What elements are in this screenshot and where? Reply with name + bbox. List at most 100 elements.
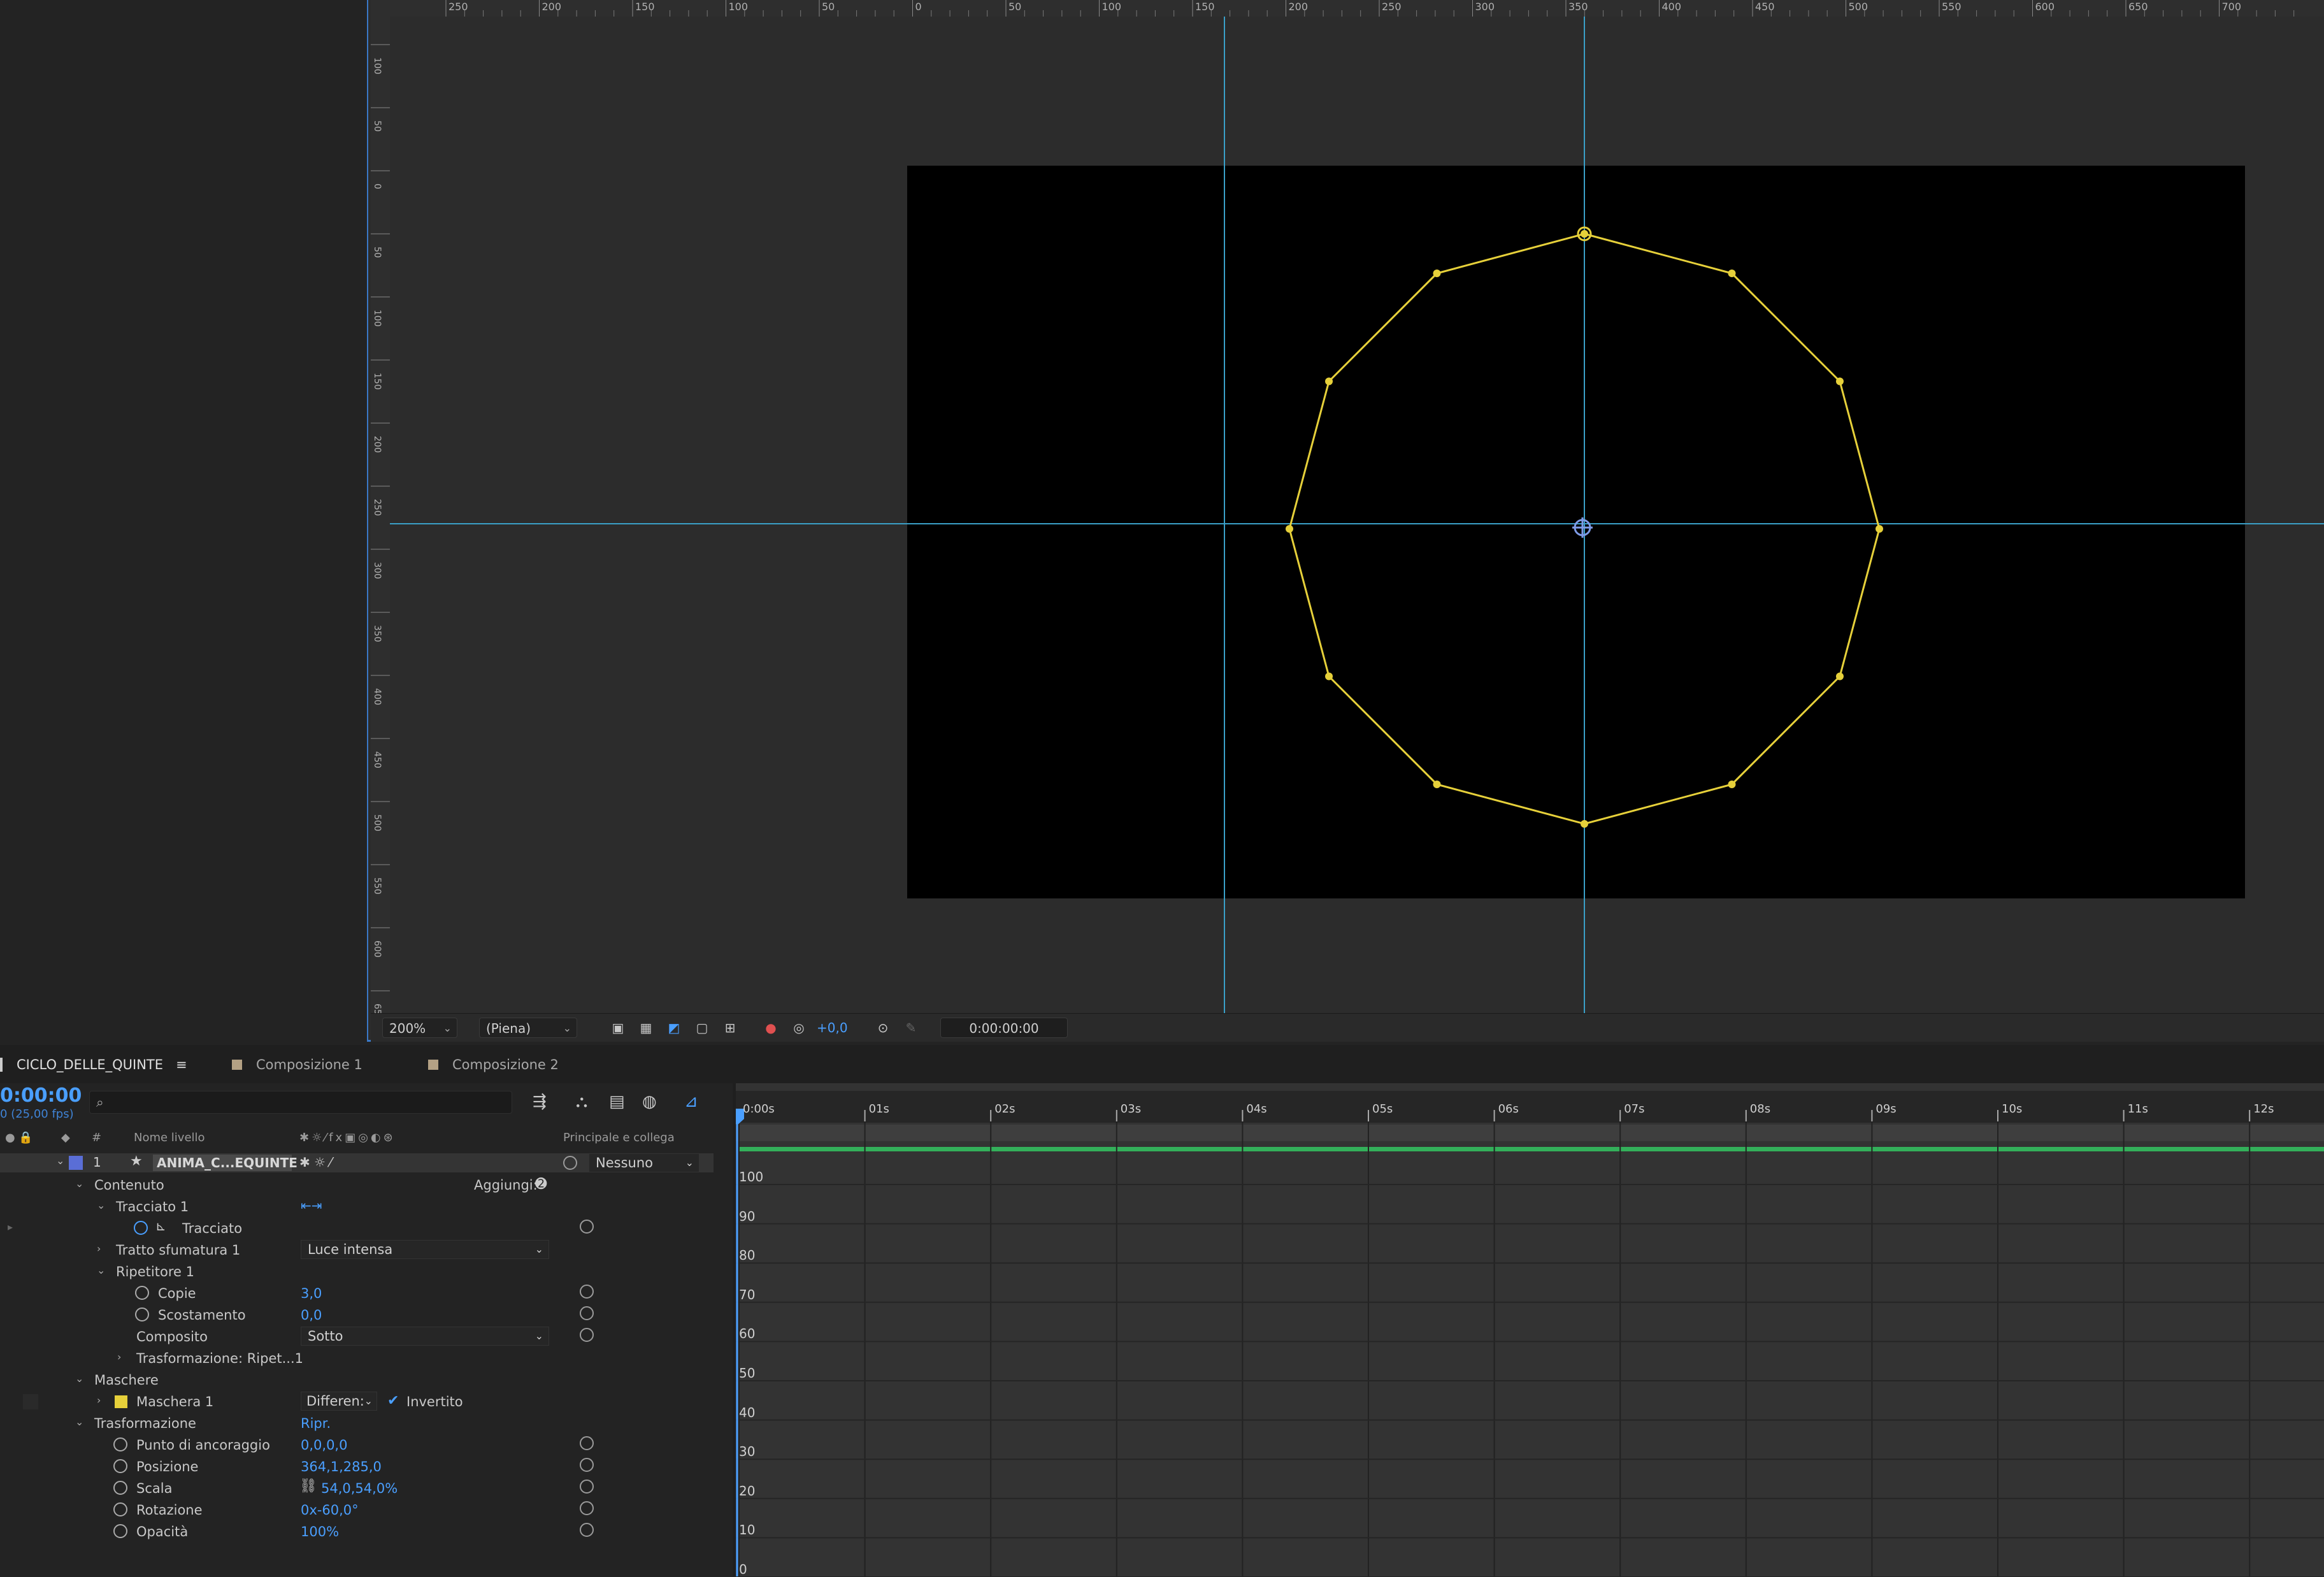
anchor-point-value[interactable]: 0,0,0,0 [301,1437,347,1453]
path-vertex[interactable] [1325,377,1333,385]
pickwhip-icon[interactable] [580,1480,594,1494]
shy-layers-icon[interactable]: ⛬ [576,1092,587,1112]
tracciato-property[interactable]: Tracciato [182,1221,242,1236]
tratto-sfumatura-group[interactable]: Tratto sfumatura 1 [116,1242,240,1258]
mask-lock-toggle[interactable] [23,1394,38,1409]
graph-icon[interactable]: ⊾ [155,1218,166,1234]
viewer-timecode[interactable]: 0:00:00:00 [940,1018,1068,1038]
grid-guides-icon[interactable]: ⊞ [721,1019,739,1037]
show-snapshot-icon[interactable]: ✎ [902,1019,920,1037]
stopwatch-icon[interactable] [135,1286,149,1300]
chevron-down-icon[interactable]: ⌄ [97,1264,105,1276]
path-vertex[interactable] [1728,780,1736,788]
graph-editor-icon[interactable]: ⊿ [684,1092,698,1111]
color-channels-icon[interactable]: ● [762,1019,780,1037]
snapshot-camera-icon[interactable]: ⊙ [874,1019,892,1037]
transparency-grid-icon[interactable]: ▦ [637,1019,655,1037]
position-value[interactable]: 364,1,285,0 [301,1459,382,1474]
path-vertex[interactable] [1581,230,1588,238]
maschere-group[interactable]: Maschere [94,1372,159,1388]
ripetitore-group[interactable]: Ripetitore 1 [116,1264,194,1279]
mask-visibility-icon[interactable]: ◩ [665,1019,683,1037]
path-vertex[interactable] [1325,672,1333,680]
add-menu-icon[interactable]: ➋ [535,1176,547,1192]
frame-blending-icon[interactable]: ▤ [609,1092,625,1111]
path-direction-icons[interactable]: ⇤⇥ [301,1198,322,1213]
rotation-value[interactable]: 0x-60,0° [301,1502,359,1518]
stopwatch-icon[interactable] [113,1437,127,1451]
stopwatch-icon[interactable] [134,1221,148,1235]
zoom-dropdown[interactable]: 200% ⌄ [382,1018,457,1038]
chevron-down-icon[interactable]: ⌄ [97,1199,105,1211]
path-vertex[interactable] [1286,525,1293,533]
viewer-canvas[interactable]: 250 200 150 100 50 0 50 100 150 200 250 300 350 400 45… [0,0,2324,1013]
pickwhip-icon[interactable] [580,1458,594,1472]
chevron-right-icon[interactable]: › [97,1242,101,1255]
contenuto-group[interactable]: Contenuto [94,1177,164,1193]
current-time-display[interactable]: 0:00:00 [0,1084,82,1107]
tab-composizione-2[interactable]: Composizione 2 [428,1051,559,1078]
comp-flowchart-icon[interactable]: ⇶ [533,1092,547,1111]
chevron-down-icon[interactable]: ⌄ [75,1416,83,1428]
chevron-down-icon[interactable]: ⌄ [75,1177,83,1190]
pickwhip-icon[interactable] [563,1156,577,1170]
pickwhip-icon[interactable] [580,1285,594,1299]
tracciato1-group[interactable]: Tracciato 1 [116,1199,189,1214]
chevron-down-icon[interactable]: ⌄ [56,1155,64,1167]
scostamento-value[interactable]: 0,0 [301,1307,322,1323]
pickwhip-icon[interactable] [580,1436,594,1450]
chevron-down-icon[interactable]: ⌄ [75,1372,83,1385]
maschera1-group[interactable]: Maschera 1 [136,1394,213,1409]
exposure-value[interactable]: +0,0 [817,1018,848,1038]
keyframe-nav-icon[interactable]: ▸ [8,1221,13,1233]
tab-composizione-1[interactable]: Composizione 1 [232,1051,362,1078]
parent-dropdown[interactable]: Nessuno ⌄ [589,1153,699,1172]
path-vertex[interactable] [1876,525,1883,533]
motion-blur-icon[interactable]: ◍ [642,1092,657,1111]
stopwatch-icon[interactable] [113,1524,127,1538]
pickwhip-icon[interactable] [580,1220,594,1234]
mask-color-swatch[interactable] [115,1395,127,1408]
path-vertex[interactable] [1433,780,1441,788]
chevron-right-icon[interactable]: › [117,1351,121,1363]
opacity-value[interactable]: 100% [301,1524,339,1539]
region-of-interest-icon[interactable]: ▢ [693,1019,711,1037]
tab-ciclo-delle-quinte[interactable]: CICLO_DELLE_QUINTE ≡ [0,1051,187,1078]
fast-previews-icon[interactable]: ▣ [609,1019,627,1037]
stopwatch-icon[interactable] [113,1502,127,1516]
copie-value[interactable]: 3,0 [301,1286,322,1301]
chevron-right-icon[interactable]: › [97,1394,101,1406]
time-tick-label: 06s [1498,1102,1519,1116]
pickwhip-icon[interactable] [580,1328,594,1342]
menu-icon[interactable]: ≡ [176,1057,187,1072]
path-vertex[interactable] [1835,377,1844,385]
stopwatch-icon[interactable] [113,1459,127,1473]
reset-link[interactable]: Ripr. [301,1416,331,1431]
path-vertex[interactable] [1581,820,1588,828]
pickwhip-icon[interactable] [580,1501,594,1515]
layer-name[interactable]: ANIMA_C...EQUINTE [153,1155,298,1171]
layer-search-input[interactable]: ⌕ [89,1091,512,1114]
graph-y-label: 10 [739,1522,756,1538]
trasformazione-group[interactable]: Trasformazione [94,1416,196,1431]
layer-name-header[interactable]: Nome livello [134,1131,205,1144]
layer-switches[interactable]: ✱ ☼ ⁄ [299,1155,332,1170]
constrain-proportions-icon[interactable]: ⛓ [299,1478,317,1494]
pickwhip-icon[interactable] [580,1523,594,1537]
pickwhip-icon[interactable] [580,1306,594,1320]
composito-dropdown[interactable]: Sotto ⌄ [301,1327,549,1346]
time-tick-label: 09s [1876,1102,1897,1116]
resolution-dropdown[interactable]: (Piena) ⌄ [479,1018,577,1038]
label-color-swatch[interactable] [69,1156,83,1170]
mask-mode-dropdown[interactable]: Differen: ⌄ [301,1392,377,1411]
path-vertex[interactable] [1433,270,1441,278]
inverted-checkbox[interactable]: ✔ [387,1393,399,1409]
exposure-reset-icon[interactable]: ◎ [790,1019,808,1037]
blend-mode-dropdown[interactable]: Luce intensa ⌄ [301,1240,549,1259]
stopwatch-icon[interactable] [135,1307,149,1321]
path-vertex[interactable] [1728,270,1736,278]
path-vertex[interactable] [1835,672,1844,680]
stopwatch-icon[interactable] [113,1481,127,1495]
trasformazione-ripetitore-group[interactable]: Trasformazione: Ripet...1 [136,1351,303,1366]
scale-value[interactable]: 54,0,54,0% [321,1481,398,1496]
